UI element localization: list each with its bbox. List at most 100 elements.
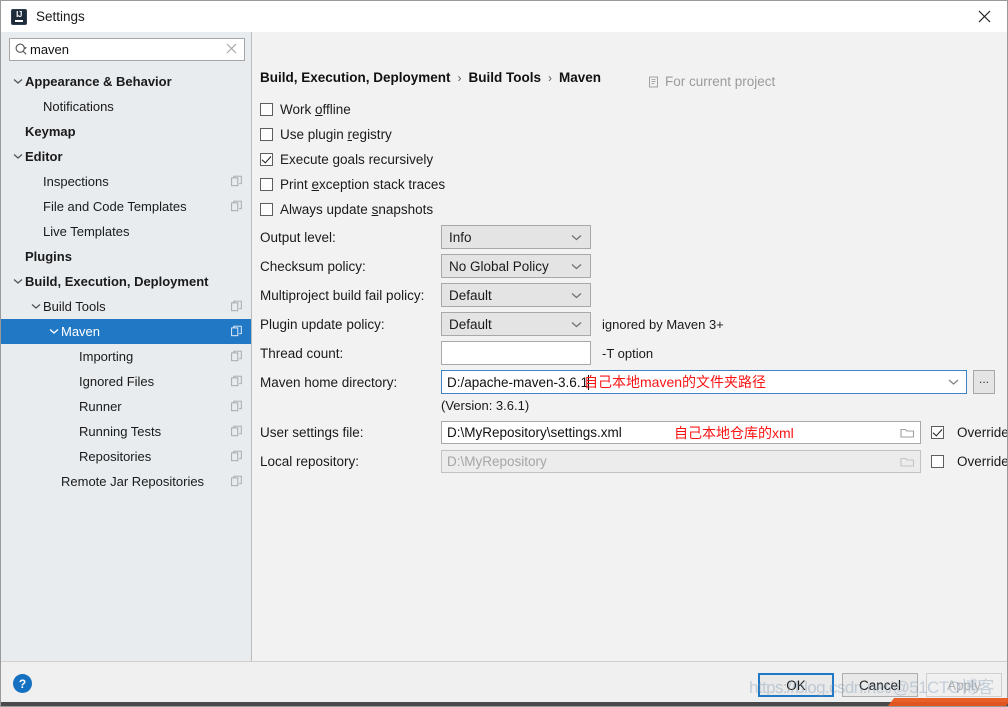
user-settings-value: D:\MyRepository\settings.xml — [447, 425, 622, 440]
cancel-button[interactable]: Cancel — [842, 673, 918, 697]
maven-home-browse-button[interactable]: ... — [973, 370, 995, 394]
sidebar-item-label: Inspections — [43, 174, 109, 189]
multiproject-fail-policy-select[interactable]: Default — [441, 283, 591, 307]
folder-icon[interactable] — [894, 422, 920, 443]
checkbox-box[interactable] — [260, 128, 273, 141]
checkbox-box[interactable] — [260, 103, 273, 116]
chevron-down-icon[interactable] — [11, 153, 25, 160]
sidebar-item-importing[interactable]: Importing — [1, 344, 251, 369]
label-pre: Work — [280, 102, 316, 117]
sidebar-item-build-tools[interactable]: Build Tools — [1, 294, 251, 319]
sidebar-item-label: Plugins — [25, 249, 72, 264]
user-settings-override-checkbox[interactable] — [931, 426, 944, 439]
settings-main-panel: Build, Execution, Deployment › Build Too… — [252, 32, 1007, 661]
copy-settings-icon[interactable] — [231, 299, 242, 314]
copy-settings-icon[interactable] — [231, 374, 242, 389]
maven-version-note: (Version: 3.6.1) — [441, 398, 530, 413]
output-level-select[interactable]: Info — [441, 225, 591, 249]
folder-icon — [894, 451, 920, 472]
checkbox-always-update-snapshots[interactable]: Always update snapshots — [260, 202, 433, 217]
copy-settings-icon[interactable] — [231, 349, 242, 364]
maven-settings-form: Work offline Use plugin registry Execute g… — [252, 32, 1007, 661]
intellij-idea-icon: IJ — [11, 8, 27, 25]
local-repository-override[interactable]: Override — [931, 454, 1007, 469]
copy-settings-icon[interactable] — [231, 174, 242, 189]
checkbox-use-plugin-registry[interactable]: Use plugin registry — [260, 127, 392, 142]
sidebar-item-repositories[interactable]: Repositories — [1, 444, 251, 469]
chevron-down-icon — [571, 292, 582, 299]
dialog-footer: ? OK Cancel Apply — [1, 661, 1007, 706]
close-icon[interactable] — [961, 1, 1007, 32]
sidebar-item-build-execution-deployment[interactable]: Build, Execution, Deployment — [1, 269, 251, 294]
sidebar-item-label: Maven — [61, 324, 101, 339]
copy-settings-icon[interactable] — [231, 399, 242, 414]
chevron-down-icon[interactable] — [29, 303, 43, 310]
sidebar-item-running-tests[interactable]: Running Tests — [1, 419, 251, 444]
checkbox-work-offline[interactable]: Work offline — [260, 102, 351, 117]
maven-home-input[interactable]: D:/apache-maven-3.6.1 自己本地maven的文件夹路径 — [441, 370, 967, 394]
sidebar-item-label: Build, Execution, Deployment — [25, 274, 209, 289]
checkbox-label: Work offline — [280, 102, 351, 117]
settings-dialog: IJ Settings maven Appearance & Behavior … — [0, 0, 1008, 707]
checkbox-print-exception-stack-traces[interactable]: Print exception stack traces — [260, 177, 445, 192]
output-level-value: Info — [449, 229, 472, 245]
chevron-down-icon[interactable] — [948, 379, 959, 386]
chevron-down-icon[interactable] — [11, 78, 25, 85]
sidebar-item-live-templates[interactable]: Live Templates — [1, 219, 251, 244]
sidebar-item-label: Ignored Files — [79, 374, 155, 389]
user-settings-annotation: 自己本地仓库的xml — [674, 424, 794, 441]
sidebar-item-runner[interactable]: Runner — [1, 394, 251, 419]
mnemonic-letter: o — [315, 102, 323, 117]
sidebar-item-label: Live Templates — [43, 224, 130, 239]
accent-shape — [887, 698, 1008, 706]
sidebar-item-remote-jar-repositories[interactable]: Remote Jar Repositories — [1, 469, 251, 494]
sidebar-item-appearance-behavior[interactable]: Appearance & Behavior — [1, 69, 251, 94]
sidebar-item-editor[interactable]: Editor — [1, 144, 251, 169]
settings-tree: Appearance & Behavior Notifications Keymap… — [1, 66, 251, 661]
checkbox-label: Use plugin registry — [280, 127, 392, 142]
copy-settings-icon[interactable] — [231, 199, 242, 214]
copy-settings-icon[interactable] — [231, 324, 242, 339]
search-input[interactable]: maven — [9, 38, 245, 61]
local-repository-override-checkbox[interactable] — [931, 455, 944, 468]
sidebar-item-plugins[interactable]: Plugins — [1, 244, 251, 269]
ok-button[interactable]: OK — [758, 673, 834, 697]
checksum-policy-label: Checksum policy: — [260, 258, 366, 274]
copy-settings-icon[interactable] — [231, 474, 242, 489]
checksum-policy-select[interactable]: No Global Policy — [441, 254, 591, 278]
plugin-update-policy-select[interactable]: Default — [441, 312, 591, 336]
checksum-policy-row: Checksum policy: No Global Policy — [260, 254, 591, 278]
label-pre: Print — [280, 177, 312, 192]
dialog-body: maven Appearance & Behavior Notifications… — [1, 32, 1007, 661]
checkbox-execute-goals-recursively[interactable]: Execute goals recursively — [260, 152, 433, 167]
copy-settings-icon[interactable] — [231, 449, 242, 464]
chevron-down-icon — [571, 321, 582, 328]
sidebar-item-maven[interactable]: Maven — [1, 319, 251, 344]
chevron-down-icon[interactable] — [47, 328, 61, 335]
local-repository-row: Local repository: D:\MyRepository Overri… — [260, 450, 1007, 473]
sidebar-item-keymap[interactable]: Keymap — [1, 119, 251, 144]
sidebar-item-file-and-code-templates[interactable]: File and Code Templates — [1, 194, 251, 219]
label-pre: Execute — [280, 152, 333, 167]
output-level-row: Output level: Info — [260, 225, 591, 249]
sidebar-item-ignored-files[interactable]: Ignored Files — [1, 369, 251, 394]
label-pre: Always update — [280, 202, 372, 217]
help-icon[interactable]: ? — [13, 674, 32, 693]
checkbox-box[interactable] — [260, 178, 273, 191]
checkbox-box[interactable] — [260, 153, 273, 166]
thread-count-hint: -T option — [602, 345, 654, 361]
maven-home-label: Maven home directory: — [260, 374, 398, 390]
thread-count-input[interactable] — [441, 341, 591, 365]
checkbox-box[interactable] — [260, 203, 273, 216]
chevron-down-icon[interactable] — [11, 278, 25, 285]
title-bar: IJ Settings — [1, 1, 1007, 32]
sidebar-item-inspections[interactable]: Inspections — [1, 169, 251, 194]
clear-icon[interactable] — [226, 42, 237, 57]
sidebar-item-label: Appearance & Behavior — [25, 74, 172, 89]
sidebar-item-notifications[interactable]: Notifications — [1, 94, 251, 119]
user-settings-override[interactable]: Override — [931, 425, 1007, 440]
user-settings-input[interactable]: D:\MyRepository\settings.xml 自己本地仓库的xml — [441, 421, 921, 444]
copy-settings-icon[interactable] — [231, 424, 242, 439]
settings-sidebar: maven Appearance & Behavior Notifications… — [1, 32, 252, 661]
label-post: ffline — [322, 102, 351, 117]
